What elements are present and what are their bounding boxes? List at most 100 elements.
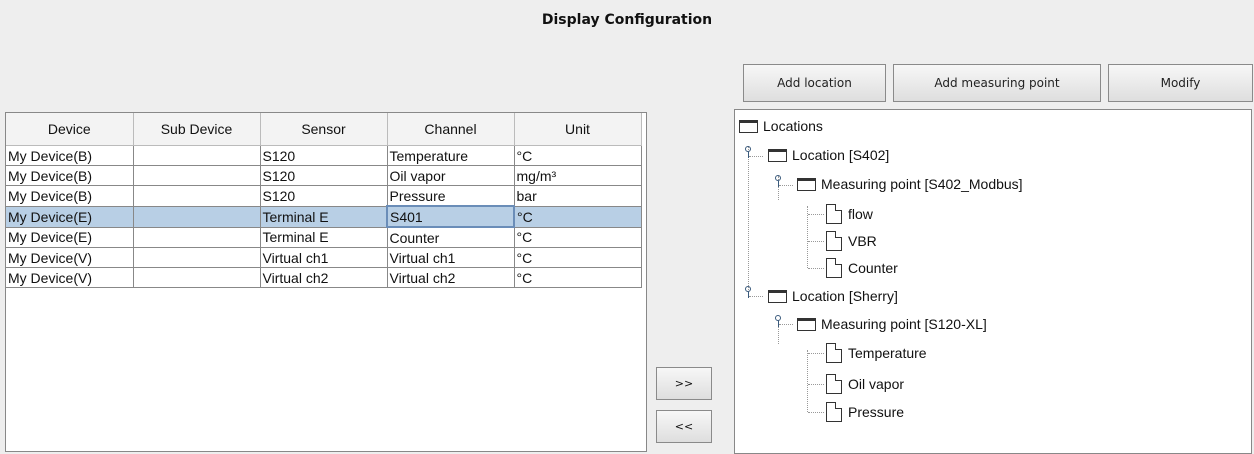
tree-connector — [748, 146, 749, 296]
cell-sensor[interactable]: S120 — [260, 145, 388, 166]
cell-channel[interactable]: Counter — [387, 227, 515, 248]
column-header-sub-device[interactable]: Sub Device — [133, 113, 261, 146]
tree-connector — [749, 156, 763, 157]
cell-sub-device[interactable] — [133, 247, 261, 268]
expand-handle-icon[interactable] — [774, 315, 783, 327]
document-icon — [826, 258, 842, 278]
tree-node-channel[interactable]: flow — [826, 199, 873, 229]
tree-node-channel[interactable]: Temperature — [826, 338, 927, 368]
cell-unit[interactable]: °C — [514, 267, 642, 288]
folder-icon — [797, 177, 816, 191]
add-measuring-point-button[interactable]: Add measuring point — [893, 64, 1101, 102]
tree-node-label: Location [S402] — [792, 147, 890, 163]
cell-sub-device[interactable] — [133, 185, 261, 207]
tree-connector — [808, 214, 824, 215]
cell-sensor[interactable]: Terminal E — [260, 206, 388, 228]
document-icon — [826, 402, 842, 422]
cell-unit[interactable]: °C — [514, 247, 642, 268]
cell-sensor[interactable]: Virtual ch1 — [260, 247, 388, 268]
tree-node-label: flow — [848, 206, 873, 222]
document-icon — [826, 343, 842, 363]
tree-node-channel[interactable]: VBR — [826, 226, 877, 256]
add-location-button[interactable]: Add location — [743, 64, 886, 102]
cell-unit[interactable]: bar — [514, 185, 642, 207]
table-row[interactable]: My Device(E) Terminal E Counter °C — [6, 227, 642, 248]
cell-sub-device[interactable] — [133, 267, 261, 288]
column-header-sensor[interactable]: Sensor — [260, 113, 388, 146]
tree-connector — [808, 268, 824, 269]
table-row[interactable]: My Device(B) S120 Pressure bar — [6, 185, 642, 207]
table-row[interactable]: My Device(V) Virtual ch1 Virtual ch1 °C — [6, 247, 642, 268]
tree-connector — [779, 185, 793, 186]
cell-channel[interactable]: Oil vapor — [387, 165, 515, 186]
table-row[interactable]: My Device(V) Virtual ch2 Virtual ch2 °C — [6, 267, 642, 288]
tree-connector — [749, 296, 763, 297]
tree-node-label: Measuring point [S120-XL] — [821, 316, 987, 332]
tree-node-location[interactable]: Location [S402] — [768, 143, 889, 167]
tree-connector — [808, 412, 824, 413]
tree-node-label: Location [Sherry] — [792, 288, 898, 304]
cell-device[interactable]: My Device(B) — [6, 145, 134, 166]
cell-sub-device[interactable] — [133, 227, 261, 248]
tree-connector — [807, 206, 808, 268]
folder-icon — [797, 317, 816, 331]
cell-unit[interactable]: °C — [514, 206, 642, 228]
cell-unit[interactable]: mg/m³ — [514, 165, 642, 186]
tree-node-measuring-point[interactable]: Measuring point [S402_Modbus] — [797, 172, 1023, 196]
expand-handle-icon[interactable] — [774, 175, 783, 187]
location-tree[interactable]: Locations Location [S402] Measuring poin… — [734, 109, 1252, 454]
table-row-selected[interactable]: My Device(E) Terminal E S401 °C — [6, 205, 642, 228]
tree-node-channel[interactable]: Counter — [826, 253, 898, 283]
cell-sub-device[interactable] — [133, 165, 261, 186]
tree-node-label: Measuring point [S402_Modbus] — [821, 176, 1023, 192]
tree-node-label: Pressure — [848, 404, 905, 420]
document-icon — [826, 204, 842, 224]
tree-node-locations[interactable]: Locations — [739, 114, 823, 138]
cell-device[interactable]: My Device(V) — [6, 247, 134, 268]
move-left-button[interactable]: << — [656, 410, 712, 443]
cell-unit[interactable]: °C — [514, 227, 642, 248]
cell-channel-focused[interactable]: S401 — [386, 205, 515, 228]
cell-sensor[interactable]: S120 — [260, 185, 388, 207]
column-header-device[interactable]: Device — [6, 113, 134, 146]
modify-button[interactable]: Modify — [1108, 64, 1253, 102]
cell-channel[interactable]: Virtual ch1 — [387, 247, 515, 268]
tree-connector — [779, 324, 793, 325]
table-header-row: Device Sub Device Sensor Channel Unit — [6, 113, 642, 146]
folder-icon — [768, 148, 787, 162]
cell-channel[interactable]: Temperature — [387, 145, 515, 166]
cell-sensor[interactable]: S120 — [260, 165, 388, 186]
cell-device[interactable]: My Device(E) — [6, 227, 134, 248]
folder-icon — [739, 119, 758, 133]
cell-channel[interactable]: Virtual ch2 — [387, 267, 515, 288]
tree-node-location[interactable]: Location [Sherry] — [768, 284, 898, 308]
channel-table[interactable]: Device Sub Device Sensor Channel Unit My… — [5, 112, 647, 452]
dialog-title: Display Configuration — [541, 12, 713, 28]
cell-sensor[interactable]: Terminal E — [260, 227, 388, 248]
expand-handle-icon[interactable] — [744, 146, 753, 158]
move-right-button[interactable]: >> — [656, 367, 712, 400]
document-icon — [826, 231, 842, 251]
column-header-unit[interactable]: Unit — [514, 113, 642, 146]
tree-node-measuring-point[interactable]: Measuring point [S120-XL] — [797, 312, 987, 336]
tree-node-channel[interactable]: Oil vapor — [826, 369, 904, 399]
cell-device[interactable]: My Device(E) — [6, 206, 134, 228]
tree-connector — [808, 353, 824, 354]
cell-channel[interactable]: Pressure — [387, 185, 515, 207]
tree-node-channel[interactable]: Pressure — [826, 397, 904, 427]
cell-sub-device[interactable] — [133, 145, 261, 166]
cell-sub-device[interactable] — [133, 206, 261, 228]
cell-device[interactable]: My Device(B) — [6, 165, 134, 186]
table-row[interactable]: My Device(B) S120 Oil vapor mg/m³ — [6, 165, 642, 186]
tree-connector — [808, 384, 824, 385]
tree-node-label: Counter — [848, 260, 898, 276]
table-row[interactable]: My Device(B) S120 Temperature °C — [6, 145, 642, 166]
cell-unit[interactable]: °C — [514, 145, 642, 166]
tree-node-label: VBR — [848, 233, 877, 249]
cell-device[interactable]: My Device(B) — [6, 185, 134, 207]
column-header-channel[interactable]: Channel — [387, 113, 515, 146]
cell-sensor[interactable]: Virtual ch2 — [260, 267, 388, 288]
expand-handle-icon[interactable] — [744, 286, 753, 298]
tree-node-label: Temperature — [848, 345, 927, 361]
cell-device[interactable]: My Device(V) — [6, 267, 134, 288]
